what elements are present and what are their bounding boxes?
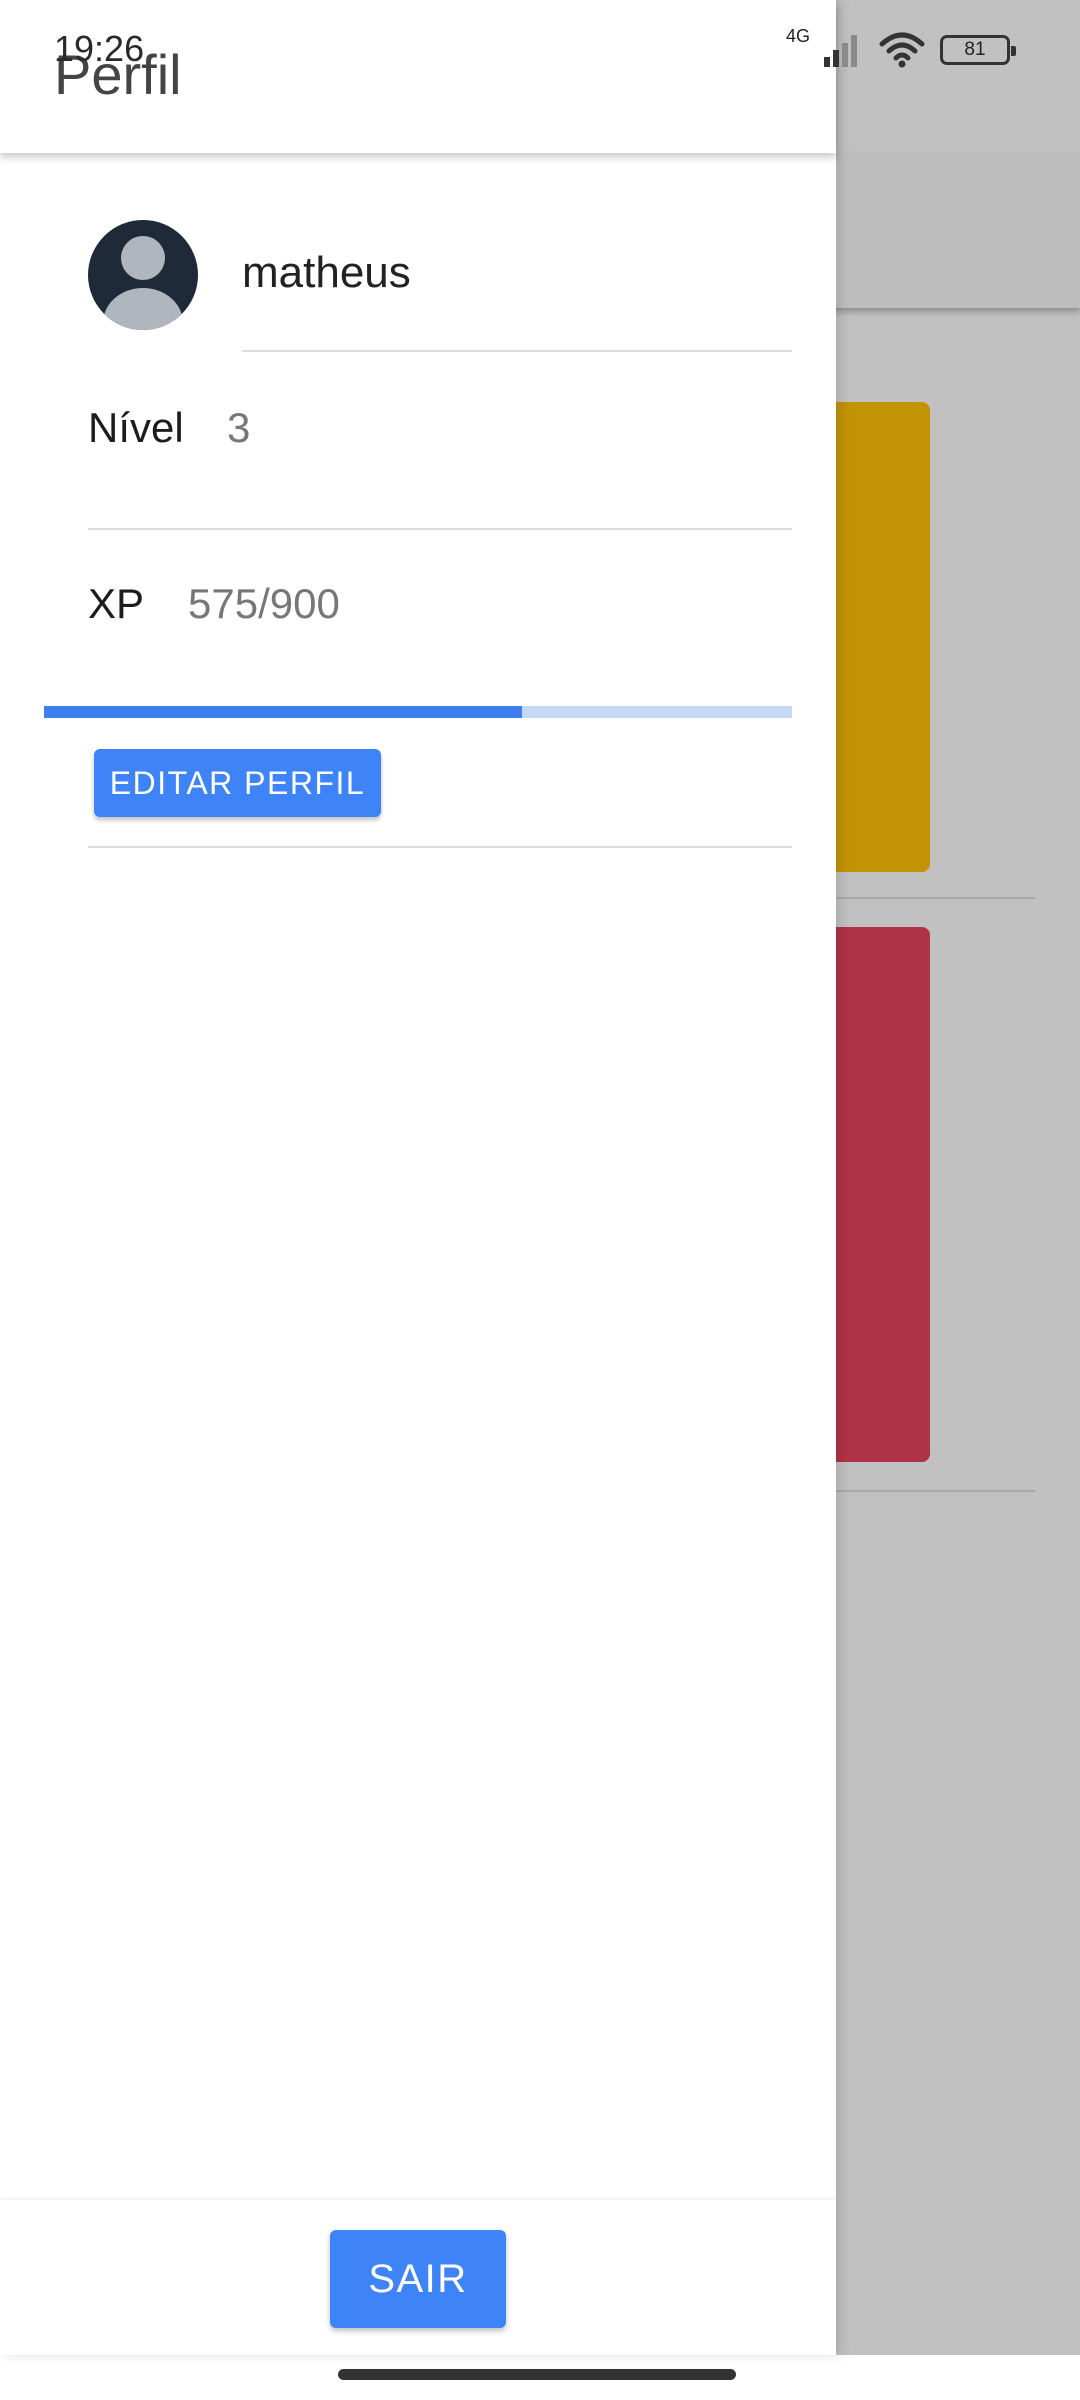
level-value: 3 [227, 404, 251, 451]
edit-profile-button[interactable]: EDITAR PERFIL [94, 749, 381, 817]
avatar-head [121, 236, 165, 280]
xp-label: XP [88, 580, 145, 627]
edit-divider [88, 846, 792, 848]
avatar-shoulders [103, 288, 183, 330]
drawer-title: Perfil [54, 43, 182, 106]
profile-drawer: Perfil matheus Nível 3 XP 575/900 EDITAR… [0, 0, 836, 2355]
background-divider [830, 1490, 1035, 1492]
xp-progress-bar [44, 706, 792, 718]
level-label: Nível [88, 404, 184, 451]
username: matheus [242, 248, 411, 297]
xp-progress-fill [44, 706, 522, 718]
username-divider [242, 350, 792, 352]
level-divider [88, 528, 792, 530]
gesture-navigation-handle[interactable] [338, 2369, 736, 2380]
avatar [88, 220, 198, 330]
background-divider [830, 897, 1035, 899]
drawer-footer: SAIR [0, 2200, 836, 2355]
drawer-header: Perfil [0, 0, 836, 153]
xp-value: 575/900 [188, 580, 340, 627]
logout-button[interactable]: SAIR [330, 2230, 506, 2328]
